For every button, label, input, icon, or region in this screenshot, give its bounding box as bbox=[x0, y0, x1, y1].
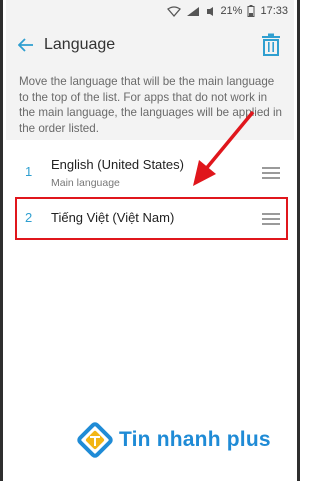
trash-icon bbox=[262, 33, 280, 56]
drag-handle-icon[interactable] bbox=[262, 167, 280, 179]
pointer-arrow-icon bbox=[193, 110, 255, 186]
phone-frame: 21% 17:33 Language Move the language tha… bbox=[0, 0, 300, 481]
watermark-text: Tin nhanh plus bbox=[119, 428, 271, 451]
highlight-box bbox=[15, 197, 288, 240]
back-arrow-icon bbox=[18, 38, 33, 52]
mute-icon bbox=[207, 6, 214, 16]
page-title: Language bbox=[44, 36, 116, 53]
back-button[interactable] bbox=[8, 22, 44, 68]
watermark-logo: Tin nhanh plus bbox=[75, 420, 271, 460]
battery-percent: 21% bbox=[220, 5, 243, 17]
battery-icon bbox=[247, 5, 255, 17]
language-name: English (United States) bbox=[51, 157, 184, 172]
clock: 17:33 bbox=[260, 5, 288, 17]
delete-button[interactable] bbox=[260, 33, 282, 57]
wifi-icon bbox=[167, 5, 182, 17]
language-index: 1 bbox=[25, 164, 33, 179]
language-subtitle: Main language bbox=[51, 177, 120, 189]
status-bar: 21% 17:33 bbox=[6, 0, 294, 22]
signal-4g-icon bbox=[187, 6, 200, 16]
app-bar: Language bbox=[6, 22, 294, 68]
brand-logo-icon bbox=[77, 422, 113, 458]
